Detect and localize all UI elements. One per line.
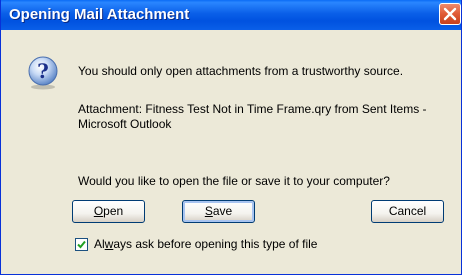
checkmark-icon xyxy=(77,240,86,249)
cancel-label: Cancel xyxy=(388,204,427,218)
title-bar[interactable]: Opening Mail Attachment xyxy=(1,0,461,30)
save-mnemonic: S xyxy=(204,204,213,218)
save-button[interactable]: Save xyxy=(182,200,255,223)
dialog-body: ? You should only open attachments from … xyxy=(1,30,461,274)
attachment-info: Attachment: Fitness Test Not in Time Fra… xyxy=(78,102,427,131)
svg-text:?: ? xyxy=(37,59,49,83)
question-icon: ? xyxy=(28,56,58,90)
always-ask-checkbox[interactable] xyxy=(75,238,88,251)
trust-message: You should only open attachments from a … xyxy=(78,64,404,78)
always-ask-label: Always ask before opening this type of f… xyxy=(94,237,317,251)
close-button[interactable] xyxy=(439,3,461,25)
open-or-save-question: Would you like to open the file or save … xyxy=(78,174,390,188)
cancel-button[interactable]: Cancel xyxy=(371,200,444,223)
always-ask-label-pre: Al xyxy=(94,237,105,251)
open-button[interactable]: Open xyxy=(72,200,145,223)
save-label: ave xyxy=(212,204,233,218)
close-icon xyxy=(443,7,457,21)
open-mnemonic: O xyxy=(93,204,104,218)
always-ask-label-post: ays ask before opening this type of file xyxy=(113,237,318,251)
dialog-window: Opening Mail Attachment ? You should onl… xyxy=(0,0,462,275)
window-title: Opening Mail Attachment xyxy=(9,6,190,23)
open-label: pen xyxy=(103,204,124,218)
